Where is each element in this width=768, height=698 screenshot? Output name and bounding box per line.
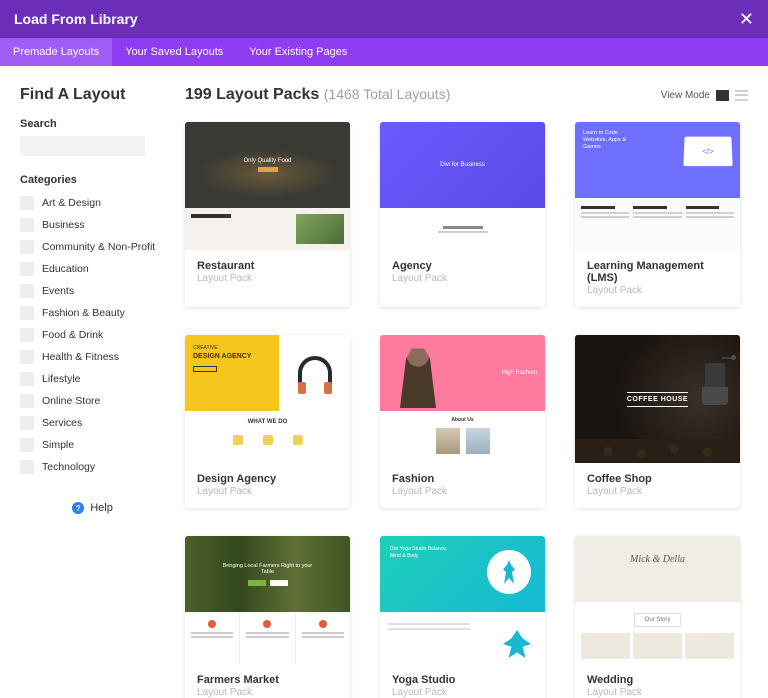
checkbox-icon[interactable] xyxy=(20,394,34,408)
checkbox-icon[interactable] xyxy=(20,196,34,210)
main-header: 199 Layout Packs (1468 Total Layouts) Vi… xyxy=(185,86,748,104)
search-input[interactable] xyxy=(20,136,145,156)
card-title: Restaurant xyxy=(197,260,338,272)
layout-thumbnail: High Fashion About Us xyxy=(380,335,545,463)
results-count: 199 Layout Packs (1468 Total Layouts) xyxy=(185,86,450,104)
layout-card-agency[interactable]: Divi for Business Agency Layout Pack xyxy=(380,122,545,307)
tab-saved-layouts[interactable]: Your Saved Layouts xyxy=(112,38,236,66)
category-item[interactable]: Health & Fitness xyxy=(20,346,165,368)
category-item[interactable]: Online Store xyxy=(20,390,165,412)
sidebar: Find A Layout Search Categories Art & De… xyxy=(20,86,165,698)
card-title: Agency xyxy=(392,260,533,272)
card-subtitle: Layout Pack xyxy=(587,687,728,698)
headphone-icon xyxy=(298,356,332,390)
help-link[interactable]: ? Help xyxy=(20,502,165,514)
card-title: Yoga Studio xyxy=(392,674,533,686)
card-subtitle: Layout Pack xyxy=(197,687,338,698)
checkbox-icon[interactable] xyxy=(20,262,34,276)
checkbox-icon[interactable] xyxy=(20,438,34,452)
list-view-icon[interactable] xyxy=(735,90,748,101)
category-item[interactable]: Simple xyxy=(20,434,165,456)
card-subtitle: Layout Pack xyxy=(587,486,728,497)
checkbox-icon[interactable] xyxy=(20,460,34,474)
checkbox-icon[interactable] xyxy=(20,416,34,430)
tab-bar: Premade Layouts Your Saved Layouts Your … xyxy=(0,38,768,66)
category-list: Art & Design Business Community & Non-Pr… xyxy=(20,192,165,478)
grid-view-icon[interactable] xyxy=(716,90,729,101)
layout-card-wedding[interactable]: Mick & Della Our Story Wedding Layout Pa… xyxy=(575,536,740,698)
card-subtitle: Layout Pack xyxy=(587,285,728,296)
layout-card-coffee[interactable]: COFFEE HOUSE Coffee Shop Layout Pack xyxy=(575,335,740,508)
category-item[interactable]: Technology xyxy=(20,456,165,478)
category-item[interactable]: Food & Drink xyxy=(20,324,165,346)
card-subtitle: Layout Pack xyxy=(392,687,533,698)
card-title: Farmers Market xyxy=(197,674,338,686)
modal-header: Load From Library ✕ xyxy=(0,0,768,38)
yoga-figure-icon xyxy=(503,630,531,658)
category-item[interactable]: Fashion & Beauty xyxy=(20,302,165,324)
category-item[interactable]: Art & Design xyxy=(20,192,165,214)
checkbox-icon[interactable] xyxy=(20,350,34,364)
coffee-grinder-icon xyxy=(702,363,728,423)
card-subtitle: Layout Pack xyxy=(197,486,338,497)
checkbox-icon[interactable] xyxy=(20,218,34,232)
layout-thumbnail: Divi for Business xyxy=(380,122,545,250)
layout-card-restaurant[interactable]: Only Quality Food Restaurant Layout Pack xyxy=(185,122,350,307)
category-item[interactable]: Education xyxy=(20,258,165,280)
category-item[interactable]: Business xyxy=(20,214,165,236)
sidebar-title: Find A Layout xyxy=(20,86,165,104)
layout-card-fashion[interactable]: High Fashion About Us Fashion Layout Pac… xyxy=(380,335,545,508)
category-item[interactable]: Community & Non-Profit xyxy=(20,236,165,258)
layout-card-yoga[interactable]: Divi Yoga Studio Balance, Mind & Body Yo… xyxy=(380,536,545,698)
card-title: Fashion xyxy=(392,473,533,485)
card-title: Coffee Shop xyxy=(587,473,728,485)
layout-thumbnail: Learn to Code Websites, Apps & Games xyxy=(575,122,740,250)
checkbox-icon[interactable] xyxy=(20,284,34,298)
laptop-icon xyxy=(683,137,732,167)
tab-premade-layouts[interactable]: Premade Layouts xyxy=(0,38,112,66)
search-label: Search xyxy=(20,118,165,130)
categories-label: Categories xyxy=(20,174,165,186)
layout-thumbnail: Divi Yoga Studio Balance, Mind & Body xyxy=(380,536,545,664)
card-subtitle: Layout Pack xyxy=(197,273,338,284)
layout-card-design-agency[interactable]: CREATIVEDESIGN AGENCY WHAT WE DO Design … xyxy=(185,335,350,508)
close-icon[interactable]: ✕ xyxy=(739,10,754,28)
category-item[interactable]: Lifestyle xyxy=(20,368,165,390)
card-subtitle: Layout Pack xyxy=(392,273,533,284)
modal-title: Load From Library xyxy=(14,11,138,27)
category-item[interactable]: Events xyxy=(20,280,165,302)
checkbox-icon[interactable] xyxy=(20,328,34,342)
view-mode-switch: View Mode xyxy=(661,90,748,101)
layout-thumbnail: COFFEE HOUSE xyxy=(575,335,740,463)
layout-thumbnail: CREATIVEDESIGN AGENCY WHAT WE DO xyxy=(185,335,350,463)
layout-thumbnail: Mick & Della Our Story xyxy=(575,536,740,664)
layout-thumbnail: Bringing Local Farmers Right to your Tab… xyxy=(185,536,350,664)
help-icon: ? xyxy=(72,502,84,514)
layout-grid: Only Quality Food Restaurant Layout Pack… xyxy=(185,122,748,698)
main-content: 199 Layout Packs (1468 Total Layouts) Vi… xyxy=(165,86,748,698)
view-mode-label: View Mode xyxy=(661,90,710,101)
checkbox-icon[interactable] xyxy=(20,372,34,386)
card-title: Learning Management (LMS) xyxy=(587,260,728,284)
layout-card-farmers[interactable]: Bringing Local Farmers Right to your Tab… xyxy=(185,536,350,698)
yoga-figure-icon xyxy=(499,560,519,584)
checkbox-icon[interactable] xyxy=(20,240,34,254)
card-title: Design Agency xyxy=(197,473,338,485)
layout-thumbnail: Only Quality Food xyxy=(185,122,350,250)
layout-card-lms[interactable]: Learn to Code Websites, Apps & Games Lea… xyxy=(575,122,740,307)
tab-existing-pages[interactable]: Your Existing Pages xyxy=(236,38,360,66)
card-title: Wedding xyxy=(587,674,728,686)
checkbox-icon[interactable] xyxy=(20,306,34,320)
card-subtitle: Layout Pack xyxy=(392,486,533,497)
category-item[interactable]: Services xyxy=(20,412,165,434)
